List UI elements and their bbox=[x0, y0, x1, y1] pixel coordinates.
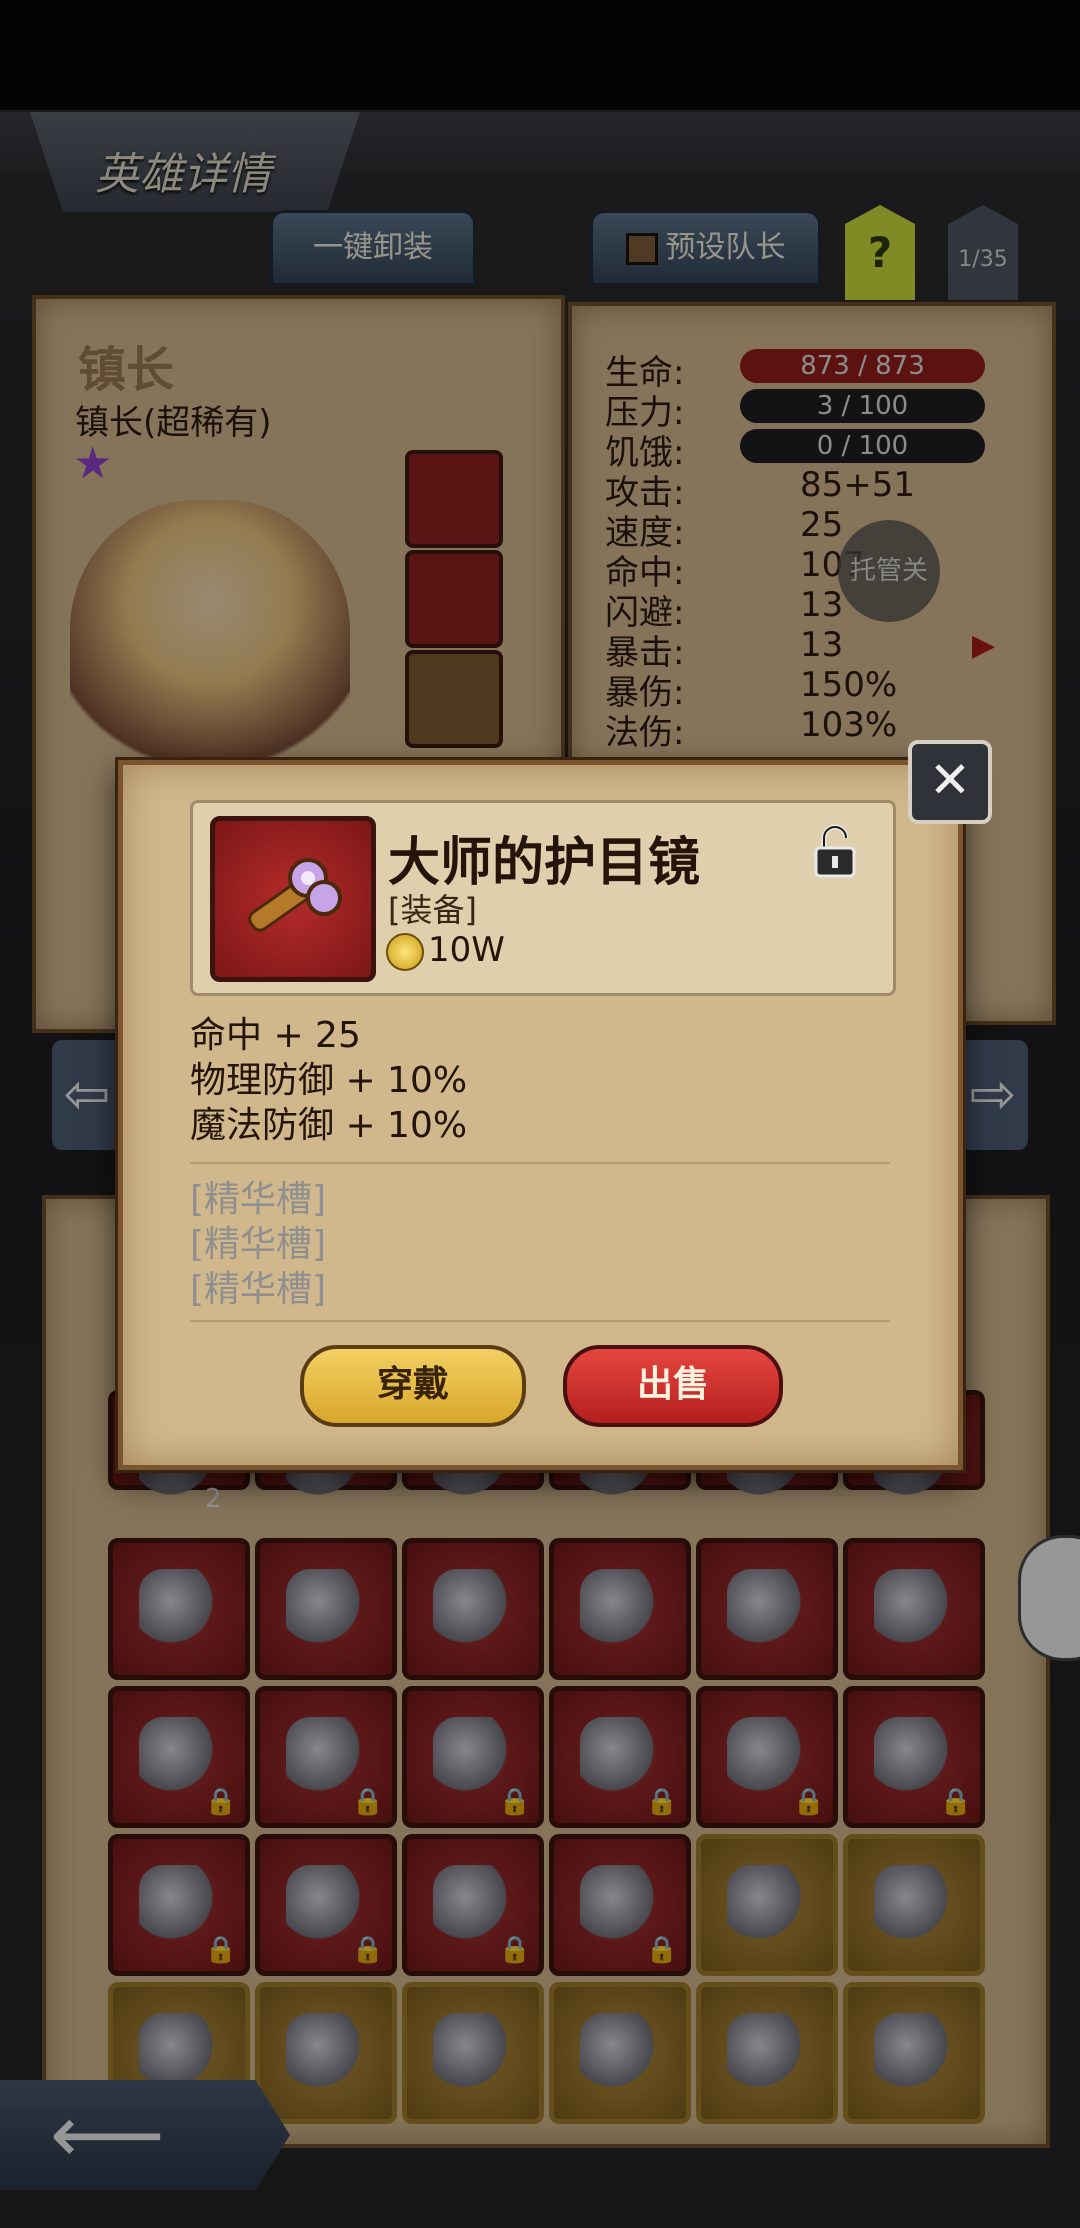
item-type: [装备] bbox=[388, 891, 477, 929]
item-price: 10W bbox=[428, 930, 505, 970]
close-button[interactable]: ✕ bbox=[908, 740, 992, 824]
goggles-icon bbox=[248, 858, 342, 932]
close-icon: ✕ bbox=[929, 751, 971, 809]
divider bbox=[190, 1320, 890, 1322]
sell-button[interactable]: 出售 bbox=[563, 1345, 783, 1427]
essence-socket: [精华槽] bbox=[190, 1269, 327, 1310]
padlock-icon[interactable] bbox=[812, 824, 858, 880]
coin-icon bbox=[386, 933, 424, 971]
item-name: 大师的护目镜 bbox=[388, 833, 701, 893]
item-attribute: 魔法防御 + 10% bbox=[190, 1105, 468, 1146]
equip-button[interactable]: 穿戴 bbox=[300, 1345, 526, 1427]
divider bbox=[190, 1162, 890, 1164]
